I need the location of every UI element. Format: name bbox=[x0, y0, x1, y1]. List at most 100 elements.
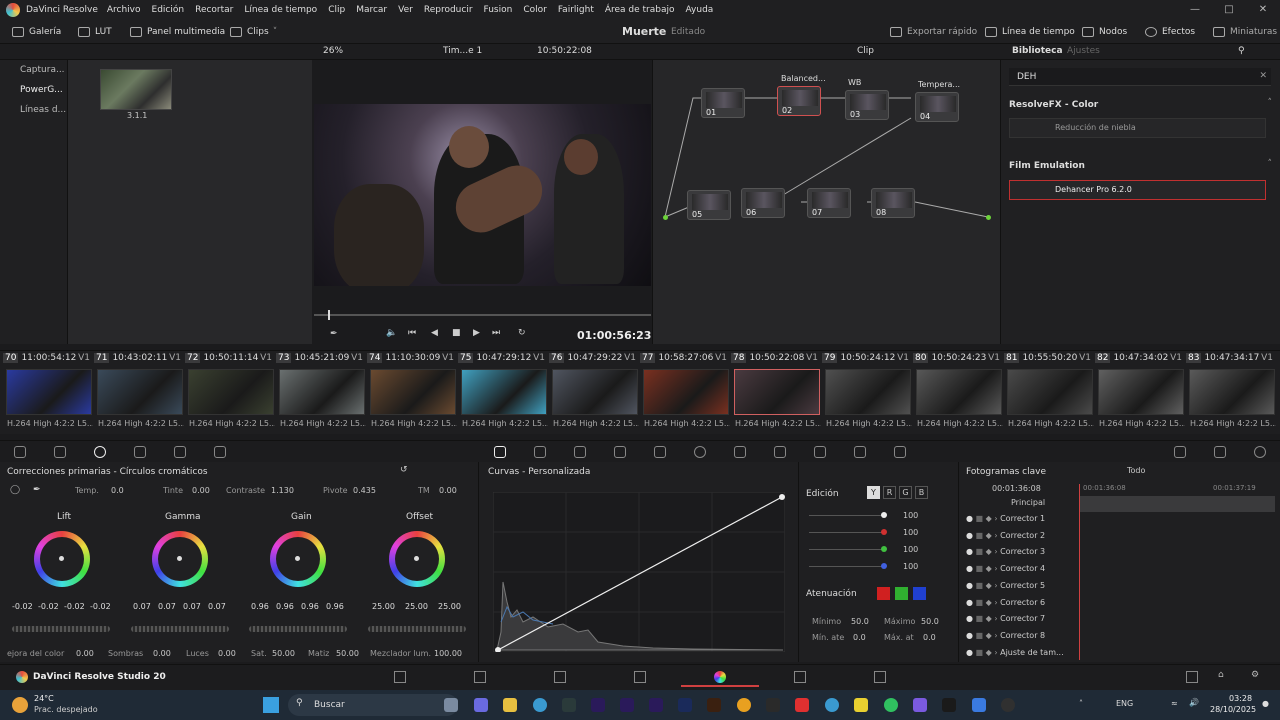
max-att-value[interactable]: 0.0 bbox=[923, 633, 936, 642]
notification-icon[interactable]: ● bbox=[1262, 699, 1269, 708]
color-page-icon[interactable] bbox=[714, 671, 726, 683]
offset-g[interactable]: 25.00 bbox=[405, 602, 428, 611]
main-track-bar[interactable] bbox=[1079, 496, 1275, 512]
y-slider[interactable] bbox=[881, 512, 887, 518]
menu-archivo[interactable]: Archivo bbox=[107, 5, 141, 15]
clip-thumbnail[interactable]: 75 10:47:29:12 V1 H.264 High 4:2:2 L5... bbox=[458, 351, 549, 435]
tiktok-icon[interactable] bbox=[942, 698, 956, 712]
color-match-icon[interactable] bbox=[54, 446, 66, 458]
app-icon[interactable] bbox=[737, 698, 751, 712]
menu-marcar[interactable]: Marcar bbox=[356, 5, 387, 15]
menu-ayuda[interactable]: Ayuda bbox=[686, 5, 714, 15]
visibility-icon[interactable]: ● bbox=[966, 648, 973, 657]
att-b-button[interactable] bbox=[913, 587, 926, 600]
node-08[interactable]: 08 bbox=[871, 188, 915, 218]
clip-thumbnail[interactable]: 71 10:43:02:11 V1 H.264 High 4:2:2 L5... bbox=[94, 351, 185, 435]
notes-icon[interactable] bbox=[854, 698, 868, 712]
visibility-icon[interactable]: ● bbox=[966, 547, 973, 556]
clip-image[interactable] bbox=[1189, 369, 1275, 415]
lift-master-slider[interactable] bbox=[12, 626, 110, 632]
lift-y[interactable]: -0.02 bbox=[12, 602, 33, 611]
edit-page-icon[interactable] bbox=[554, 671, 566, 683]
lock-icon[interactable]: ■ bbox=[976, 531, 984, 540]
clip-thumbnail[interactable]: 83 10:47:34:17 V1 H.264 High 4:2:2 L5... bbox=[1186, 351, 1277, 435]
viewer-scrubber[interactable] bbox=[314, 310, 651, 320]
effects-button[interactable]: Efectos bbox=[1145, 25, 1195, 39]
b-slider[interactable] bbox=[881, 563, 887, 569]
keyframe-row[interactable]: ● ■ ◆ › Corrector 5 bbox=[966, 581, 1076, 597]
max-value[interactable]: 50.0 bbox=[921, 617, 939, 626]
illustrator-icon[interactable] bbox=[707, 698, 721, 712]
menu-edicion[interactable]: Edición bbox=[152, 5, 185, 15]
fusion-page-icon[interactable] bbox=[634, 671, 646, 683]
gallery-button[interactable]: Galería bbox=[12, 25, 61, 39]
loop-icon[interactable]: ↻ bbox=[518, 328, 526, 338]
min-att-value[interactable]: 0.0 bbox=[853, 633, 866, 642]
maximize-icon[interactable]: □ bbox=[1212, 0, 1246, 20]
gain-g[interactable]: 0.96 bbox=[301, 602, 319, 611]
gamma-r[interactable]: 0.07 bbox=[158, 602, 176, 611]
visibility-icon[interactable]: ● bbox=[966, 564, 973, 573]
channel-y-button[interactable]: Y bbox=[867, 486, 880, 499]
clock-date[interactable]: 28/10/2025 bbox=[1210, 705, 1256, 714]
color-wheels-icon[interactable] bbox=[94, 446, 106, 458]
keyframe-row[interactable]: ● ■ ◆ › Ajuste de tam... bbox=[966, 648, 1076, 664]
home-icon[interactable]: ⌂ bbox=[1218, 670, 1224, 680]
clip-thumbnail[interactable]: 73 10:45:21:09 V1 H.264 High 4:2:2 L5... bbox=[276, 351, 367, 435]
clip-image[interactable] bbox=[825, 369, 911, 415]
wifi-icon[interactable]: ≈ bbox=[1171, 699, 1178, 708]
clip-image[interactable] bbox=[916, 369, 1002, 415]
sidebar-item-powergrade[interactable]: PowerG... bbox=[0, 80, 67, 100]
keyframe-row[interactable]: ● ■ ◆ › Corrector 1 bbox=[966, 514, 1076, 530]
node-output-icon[interactable] bbox=[986, 215, 991, 220]
min-value[interactable]: 50.0 bbox=[851, 617, 869, 626]
curves-icon[interactable] bbox=[494, 446, 506, 458]
offset-master-slider[interactable] bbox=[368, 626, 466, 632]
photoshop-icon[interactable] bbox=[678, 698, 692, 712]
gamma-g[interactable]: 0.07 bbox=[183, 602, 201, 611]
tray-chevron-icon[interactable]: ˄ bbox=[1079, 699, 1083, 708]
keyframe-row[interactable]: ● ■ ◆ › Corrector 3 bbox=[966, 547, 1076, 563]
stereo-icon[interactable] bbox=[894, 446, 906, 458]
temp-value[interactable]: 0.0 bbox=[111, 486, 124, 495]
visibility-icon[interactable]: ● bbox=[966, 514, 973, 523]
sizing-icon[interactable] bbox=[814, 446, 826, 458]
rgb-mixer-icon[interactable] bbox=[174, 446, 186, 458]
skip-back-icon[interactable]: ⏮ bbox=[408, 328, 416, 338]
menu-fairlight[interactable]: Fairlight bbox=[558, 5, 594, 15]
lock-icon[interactable]: ■ bbox=[976, 614, 984, 623]
g-slider[interactable] bbox=[881, 546, 887, 552]
task-view-icon[interactable] bbox=[444, 698, 458, 712]
gamma-wheel[interactable] bbox=[152, 531, 208, 587]
visibility-icon[interactable]: ● bbox=[966, 631, 973, 640]
close-icon[interactable]: ✕ bbox=[1246, 0, 1280, 20]
app-blue-icon[interactable] bbox=[972, 698, 986, 712]
att-r-button[interactable] bbox=[877, 587, 890, 600]
messenger-icon[interactable] bbox=[913, 698, 927, 712]
clip-image[interactable] bbox=[370, 369, 456, 415]
curve-graph[interactable] bbox=[493, 492, 785, 652]
resolve-taskbar-icon[interactable] bbox=[562, 698, 576, 712]
node-06[interactable]: 06 bbox=[741, 188, 785, 218]
visibility-icon[interactable]: ● bbox=[966, 614, 973, 623]
lift-b[interactable]: -0.02 bbox=[90, 602, 111, 611]
clip-thumbnail[interactable]: 76 10:47:29:22 V1 H.264 High 4:2:2 L5... bbox=[549, 351, 640, 435]
node-02[interactable]: 02 bbox=[777, 86, 821, 116]
tint-value[interactable]: 0.00 bbox=[192, 486, 210, 495]
weather-icon[interactable] bbox=[12, 697, 28, 713]
zoom-level[interactable]: 26% bbox=[323, 46, 343, 56]
chevron-right-icon[interactable]: › bbox=[994, 547, 997, 556]
clip-image[interactable] bbox=[97, 369, 183, 415]
chevron-right-icon[interactable]: › bbox=[994, 648, 997, 657]
lift-g[interactable]: -0.02 bbox=[64, 602, 85, 611]
volume-icon[interactable]: 🔊 bbox=[1189, 698, 1199, 707]
tab-settings[interactable]: Ajustes bbox=[1067, 46, 1100, 56]
clip-image[interactable] bbox=[734, 369, 820, 415]
menu-ver[interactable]: Ver bbox=[398, 5, 413, 15]
clock-time[interactable]: 03:28 bbox=[1229, 694, 1252, 703]
menu-fusion[interactable]: Fusion bbox=[484, 5, 513, 15]
skip-forward-icon[interactable]: ⏭ bbox=[492, 328, 500, 338]
keyframe-row[interactable]: ● ■ ◆ › Corrector 4 bbox=[966, 564, 1076, 580]
keyframe-playhead[interactable] bbox=[1079, 484, 1080, 660]
contrast-value[interactable]: 1.130 bbox=[271, 486, 294, 495]
